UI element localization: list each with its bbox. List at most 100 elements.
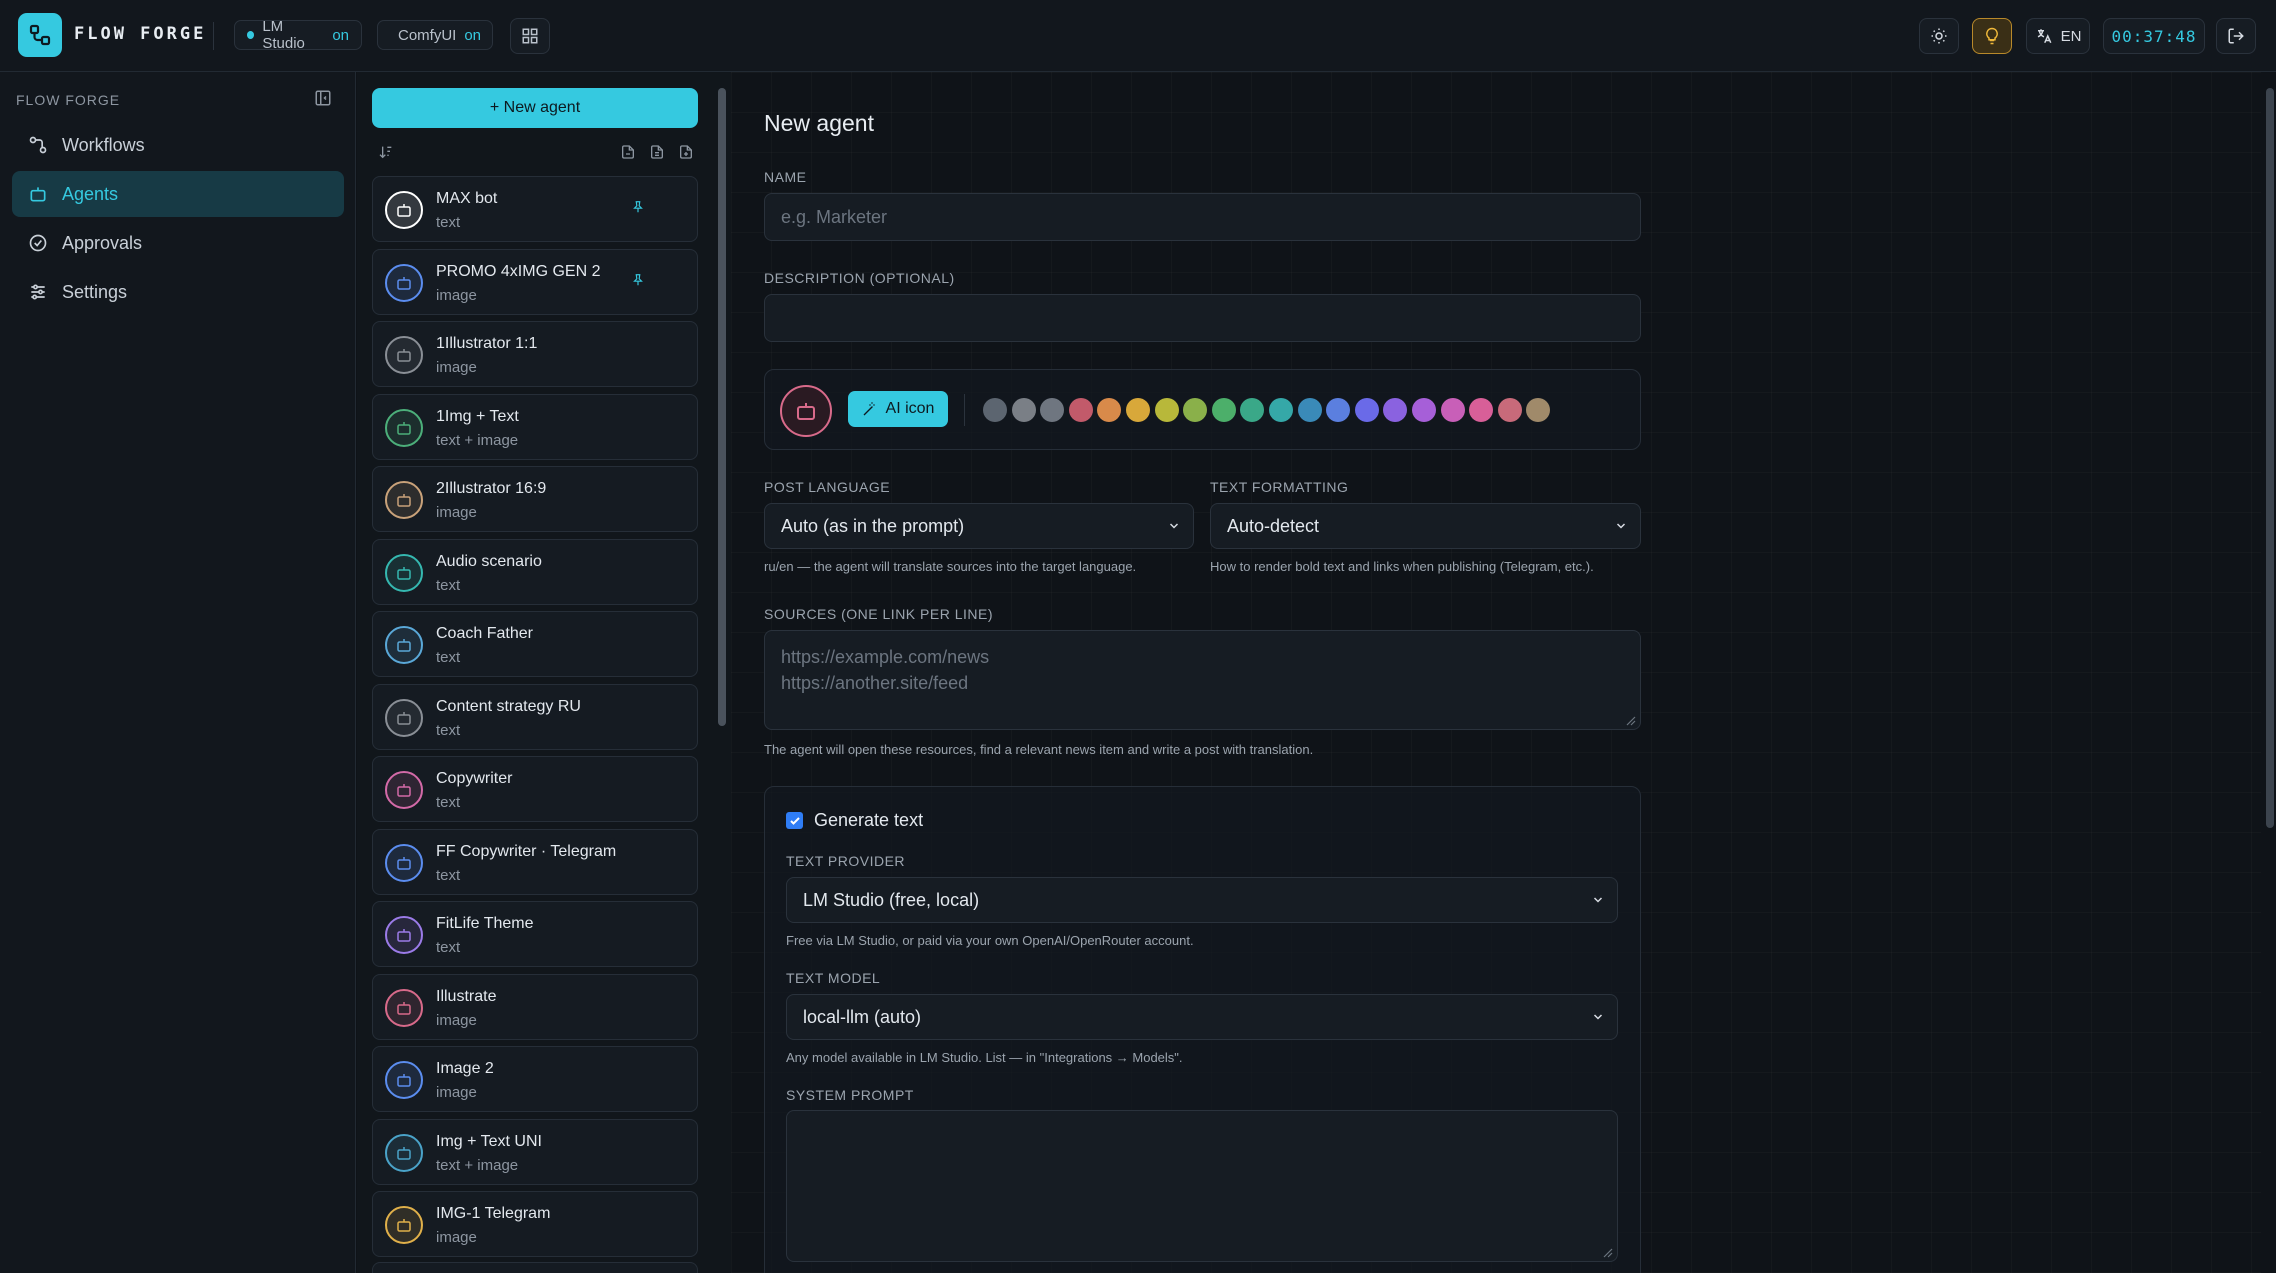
agent-card[interactable]: 1Illustrator 1:1 image: [372, 321, 698, 387]
sort-button[interactable]: [378, 144, 394, 165]
sources-textarea[interactable]: https://example.com/news https://another…: [764, 630, 1641, 730]
agent-avatar: [385, 1061, 423, 1099]
agent-name: IMG-1 Telegram: [436, 1205, 551, 1222]
agent-card[interactable]: Coach Father text: [372, 611, 698, 677]
agent-type: text: [436, 939, 461, 956]
agent-avatar: [385, 626, 423, 664]
text-model-select[interactable]: local-llm (auto): [786, 994, 1618, 1040]
color-swatch[interactable]: [983, 398, 1007, 422]
text-formatting-select[interactable]: Auto-detect: [1210, 503, 1641, 549]
agent-card[interactable]: 1Img + Text text + image: [372, 393, 698, 460]
grid-button[interactable]: [510, 18, 550, 54]
color-swatch[interactable]: [1354, 398, 1379, 422]
agent-card[interactable]: MAX bot text: [372, 176, 698, 242]
new-agent-button[interactable]: + New agent: [372, 88, 698, 128]
sidebar-item-settings[interactable]: Settings: [12, 269, 344, 315]
pin-button[interactable]: [631, 272, 645, 293]
text-provider-label: TEXT PROVIDER: [786, 853, 906, 869]
color-swatch[interactable]: [1183, 398, 1208, 422]
sidebar-item-agents[interactable]: Agents: [12, 171, 344, 217]
check-icon: [789, 816, 800, 825]
status-lm-studio[interactable]: LM Studio on: [234, 18, 362, 52]
collapse-sidebar-button[interactable]: [314, 89, 332, 112]
description-input[interactable]: [764, 294, 1641, 342]
session-timer: 00:37:48: [2103, 18, 2205, 54]
bot-icon: [397, 1219, 411, 1232]
agent-avatar-preview[interactable]: [780, 385, 832, 437]
logout-button[interactable]: [2216, 18, 2256, 54]
color-swatch[interactable]: [1412, 398, 1436, 422]
color-swatch[interactable]: [1211, 398, 1236, 422]
color-swatch[interactable]: [1154, 398, 1179, 422]
agent-type: image: [436, 504, 477, 521]
agent-type: image: [436, 1011, 477, 1029]
check-circle-icon: [29, 234, 47, 252]
main-scrollbar[interactable]: [2266, 88, 2274, 828]
chevron-down-icon: [1169, 523, 1179, 529]
color-swatch[interactable]: [1497, 398, 1522, 422]
name-input[interactable]: e.g. Marketer: [764, 193, 1641, 241]
agent-type: image: [436, 1229, 477, 1246]
language-button[interactable]: EN: [2026, 18, 2090, 54]
agent-card[interactable]: Illustrate image: [372, 973, 698, 1040]
duplicate-button[interactable]: [678, 144, 694, 165]
agent-card[interactable]: FitLife Theme text: [372, 901, 698, 967]
color-swatch[interactable]: [1040, 398, 1065, 422]
tips-button[interactable]: [1972, 18, 2012, 54]
agent-card[interactable]: Audio scenario text: [372, 538, 698, 605]
bot-icon: [397, 1001, 411, 1015]
agent-card-partial[interactable]: [372, 1262, 698, 1273]
export-button[interactable]: [620, 144, 636, 165]
generate-text-label: Generate text: [814, 810, 924, 830]
sun-icon: [1931, 28, 1947, 44]
import-button[interactable]: [649, 144, 665, 165]
agent-card[interactable]: Img + Text UNI text + image: [372, 1118, 698, 1185]
post-language-label: POST LANGUAGE: [764, 479, 891, 495]
text-provider-select[interactable]: LM Studio (free, local): [786, 877, 1618, 923]
agent-card[interactable]: Content strategy RU text: [372, 683, 698, 750]
theme-toggle-button[interactable]: [1919, 18, 1959, 54]
sidebar-item-workflows[interactable]: Workflows: [12, 122, 344, 168]
agent-name: Image 2: [436, 1060, 494, 1077]
color-swatch[interactable]: [1269, 398, 1293, 422]
agent-card[interactable]: FF Copywriter · Telegram text: [372, 828, 698, 895]
agent-list-scrollbar[interactable]: [718, 88, 726, 726]
agent-card[interactable]: Copywriter text: [372, 756, 698, 822]
color-swatch[interactable]: [1068, 398, 1093, 422]
sort-icon: [379, 146, 392, 159]
agent-card[interactable]: PROMO 4xIMG GEN 2 image: [372, 248, 698, 315]
resize-handle-icon[interactable]: [1603, 1248, 1613, 1258]
color-swatch[interactable]: [1440, 398, 1465, 422]
color-swatch[interactable]: [1011, 398, 1036, 422]
color-swatch[interactable]: [1297, 398, 1322, 422]
bot-icon: [397, 204, 411, 217]
bot-icon: [797, 403, 815, 420]
agent-type: image: [436, 1084, 477, 1101]
agent-type: text: [436, 214, 461, 231]
status-comfyui[interactable]: ComfyUI on: [377, 20, 493, 50]
sources-label: SOURCES (ONE LINK PER LINE): [764, 606, 993, 622]
bot-icon: [397, 1074, 411, 1087]
chevron-down-icon: [1616, 523, 1626, 529]
app-logo[interactable]: [18, 13, 62, 57]
resize-handle-icon[interactable]: [1626, 716, 1636, 726]
pin-button[interactable]: [631, 199, 645, 220]
agent-type: text: [436, 576, 461, 594]
agent-name: Coach Father: [436, 625, 533, 642]
system-prompt-textarea[interactable]: [786, 1110, 1618, 1262]
agent-card[interactable]: Image 2 image: [372, 1046, 698, 1112]
agent-card[interactable]: IMG-1 Telegram image: [372, 1191, 698, 1257]
bot-icon: [397, 929, 411, 942]
bot-icon: [397, 784, 411, 797]
generate-text-checkbox[interactable]: [786, 812, 803, 829]
color-swatch[interactable]: [1126, 398, 1150, 422]
name-label: NAME: [764, 169, 807, 185]
post-language-hint: ru/en — the agent will translate sources…: [764, 559, 1137, 574]
post-language-select[interactable]: Auto (as in the prompt): [764, 503, 1194, 549]
workflow-icon: [29, 136, 47, 154]
color-swatch[interactable]: [1469, 398, 1494, 422]
agent-card[interactable]: 2Illustrator 16:9 image: [372, 466, 698, 532]
sidebar-item-approvals[interactable]: Approvals: [12, 220, 344, 266]
ai-icon-button[interactable]: AI icon: [848, 391, 948, 427]
color-swatch[interactable]: [1326, 398, 1351, 422]
